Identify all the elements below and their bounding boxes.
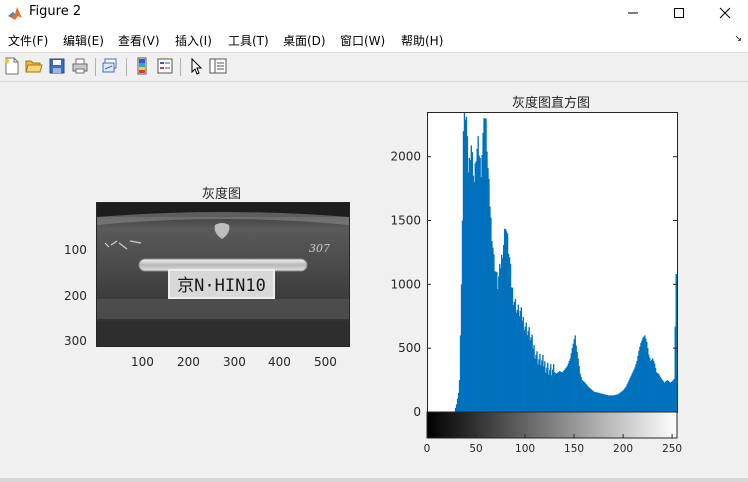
open-file-icon[interactable] xyxy=(25,57,43,75)
menu-bar: 文件(F) 编辑(E) 查看(V) 插入(I) 工具(T) 桌面(D) 窗口(W… xyxy=(0,26,748,53)
dock-arrow-icon[interactable]: ↘ xyxy=(734,34,742,44)
image-xtick: 500 xyxy=(314,355,337,369)
edit-plot-icon[interactable] xyxy=(187,57,205,75)
histogram-ytick-label: 1500 xyxy=(390,214,421,228)
grayscale-colorbar xyxy=(426,411,678,439)
image-xtick: 300 xyxy=(223,355,246,369)
image-ytick: 200 xyxy=(64,289,87,303)
menu-tools[interactable]: 工具(T) xyxy=(228,32,269,49)
image-axes-title: 灰度图 xyxy=(202,187,242,202)
toolbar-separator xyxy=(180,58,181,76)
histogram-xtick-label: 150 xyxy=(564,443,584,455)
toolbar-separator xyxy=(95,58,96,76)
toolbar-separator xyxy=(126,58,127,76)
histogram-chart: 0 500 1000 1500 2000 0 50 100 150 200 250 xyxy=(390,112,682,455)
maximize-button[interactable] xyxy=(656,0,702,26)
menu-help[interactable]: 帮助(H) xyxy=(401,32,443,49)
window-bottom-border xyxy=(0,478,748,482)
histogram-xtick-label: 200 xyxy=(613,443,633,455)
histogram-xtick-label: 0 xyxy=(424,443,431,455)
histogram-ytick-label: 1000 xyxy=(390,277,421,291)
image-xtick: 400 xyxy=(268,355,291,369)
minimize-button[interactable] xyxy=(610,0,656,26)
title-bar: Figure 2 xyxy=(0,0,748,26)
histogram-ytick-label: 500 xyxy=(398,341,421,355)
histogram-ytick-label: 0 xyxy=(413,405,421,419)
menu-desktop[interactable]: 桌面(D) xyxy=(283,32,326,49)
image-ytick: 300 xyxy=(64,334,87,348)
image-ytick: 100 xyxy=(64,243,87,257)
new-figure-icon[interactable] xyxy=(3,57,21,75)
menu-view[interactable]: 查看(V) xyxy=(118,32,160,49)
save-icon[interactable] xyxy=(48,57,66,75)
menu-edit[interactable]: 编辑(E) xyxy=(63,32,104,49)
image-xtick: 100 xyxy=(131,355,154,369)
insert-legend-icon[interactable] xyxy=(156,57,174,75)
menu-file[interactable]: 文件(F) xyxy=(8,32,48,49)
histogram-xtick-label: 100 xyxy=(515,443,535,455)
link-plot-icon[interactable] xyxy=(101,57,119,75)
histogram-ytick-label: 2000 xyxy=(390,150,421,164)
image-axes-box xyxy=(96,202,350,347)
menu-window[interactable]: 窗口(W) xyxy=(340,32,385,49)
histogram-xtick-label: 50 xyxy=(469,443,482,455)
minimize-icon xyxy=(628,12,638,14)
menu-insert[interactable]: 插入(I) xyxy=(175,32,212,49)
toolbar xyxy=(0,53,748,82)
property-inspector-icon[interactable] xyxy=(209,57,227,75)
print-icon[interactable] xyxy=(71,57,89,75)
insert-colorbar-icon[interactable] xyxy=(133,57,151,75)
close-icon xyxy=(719,7,731,19)
histogram-xtick-label: 250 xyxy=(662,443,682,455)
maximize-icon xyxy=(674,8,684,18)
image-xtick: 200 xyxy=(177,355,200,369)
matlab-logo-icon xyxy=(8,7,22,20)
window-title: Figure 2 xyxy=(29,4,82,19)
close-button[interactable] xyxy=(702,0,748,26)
